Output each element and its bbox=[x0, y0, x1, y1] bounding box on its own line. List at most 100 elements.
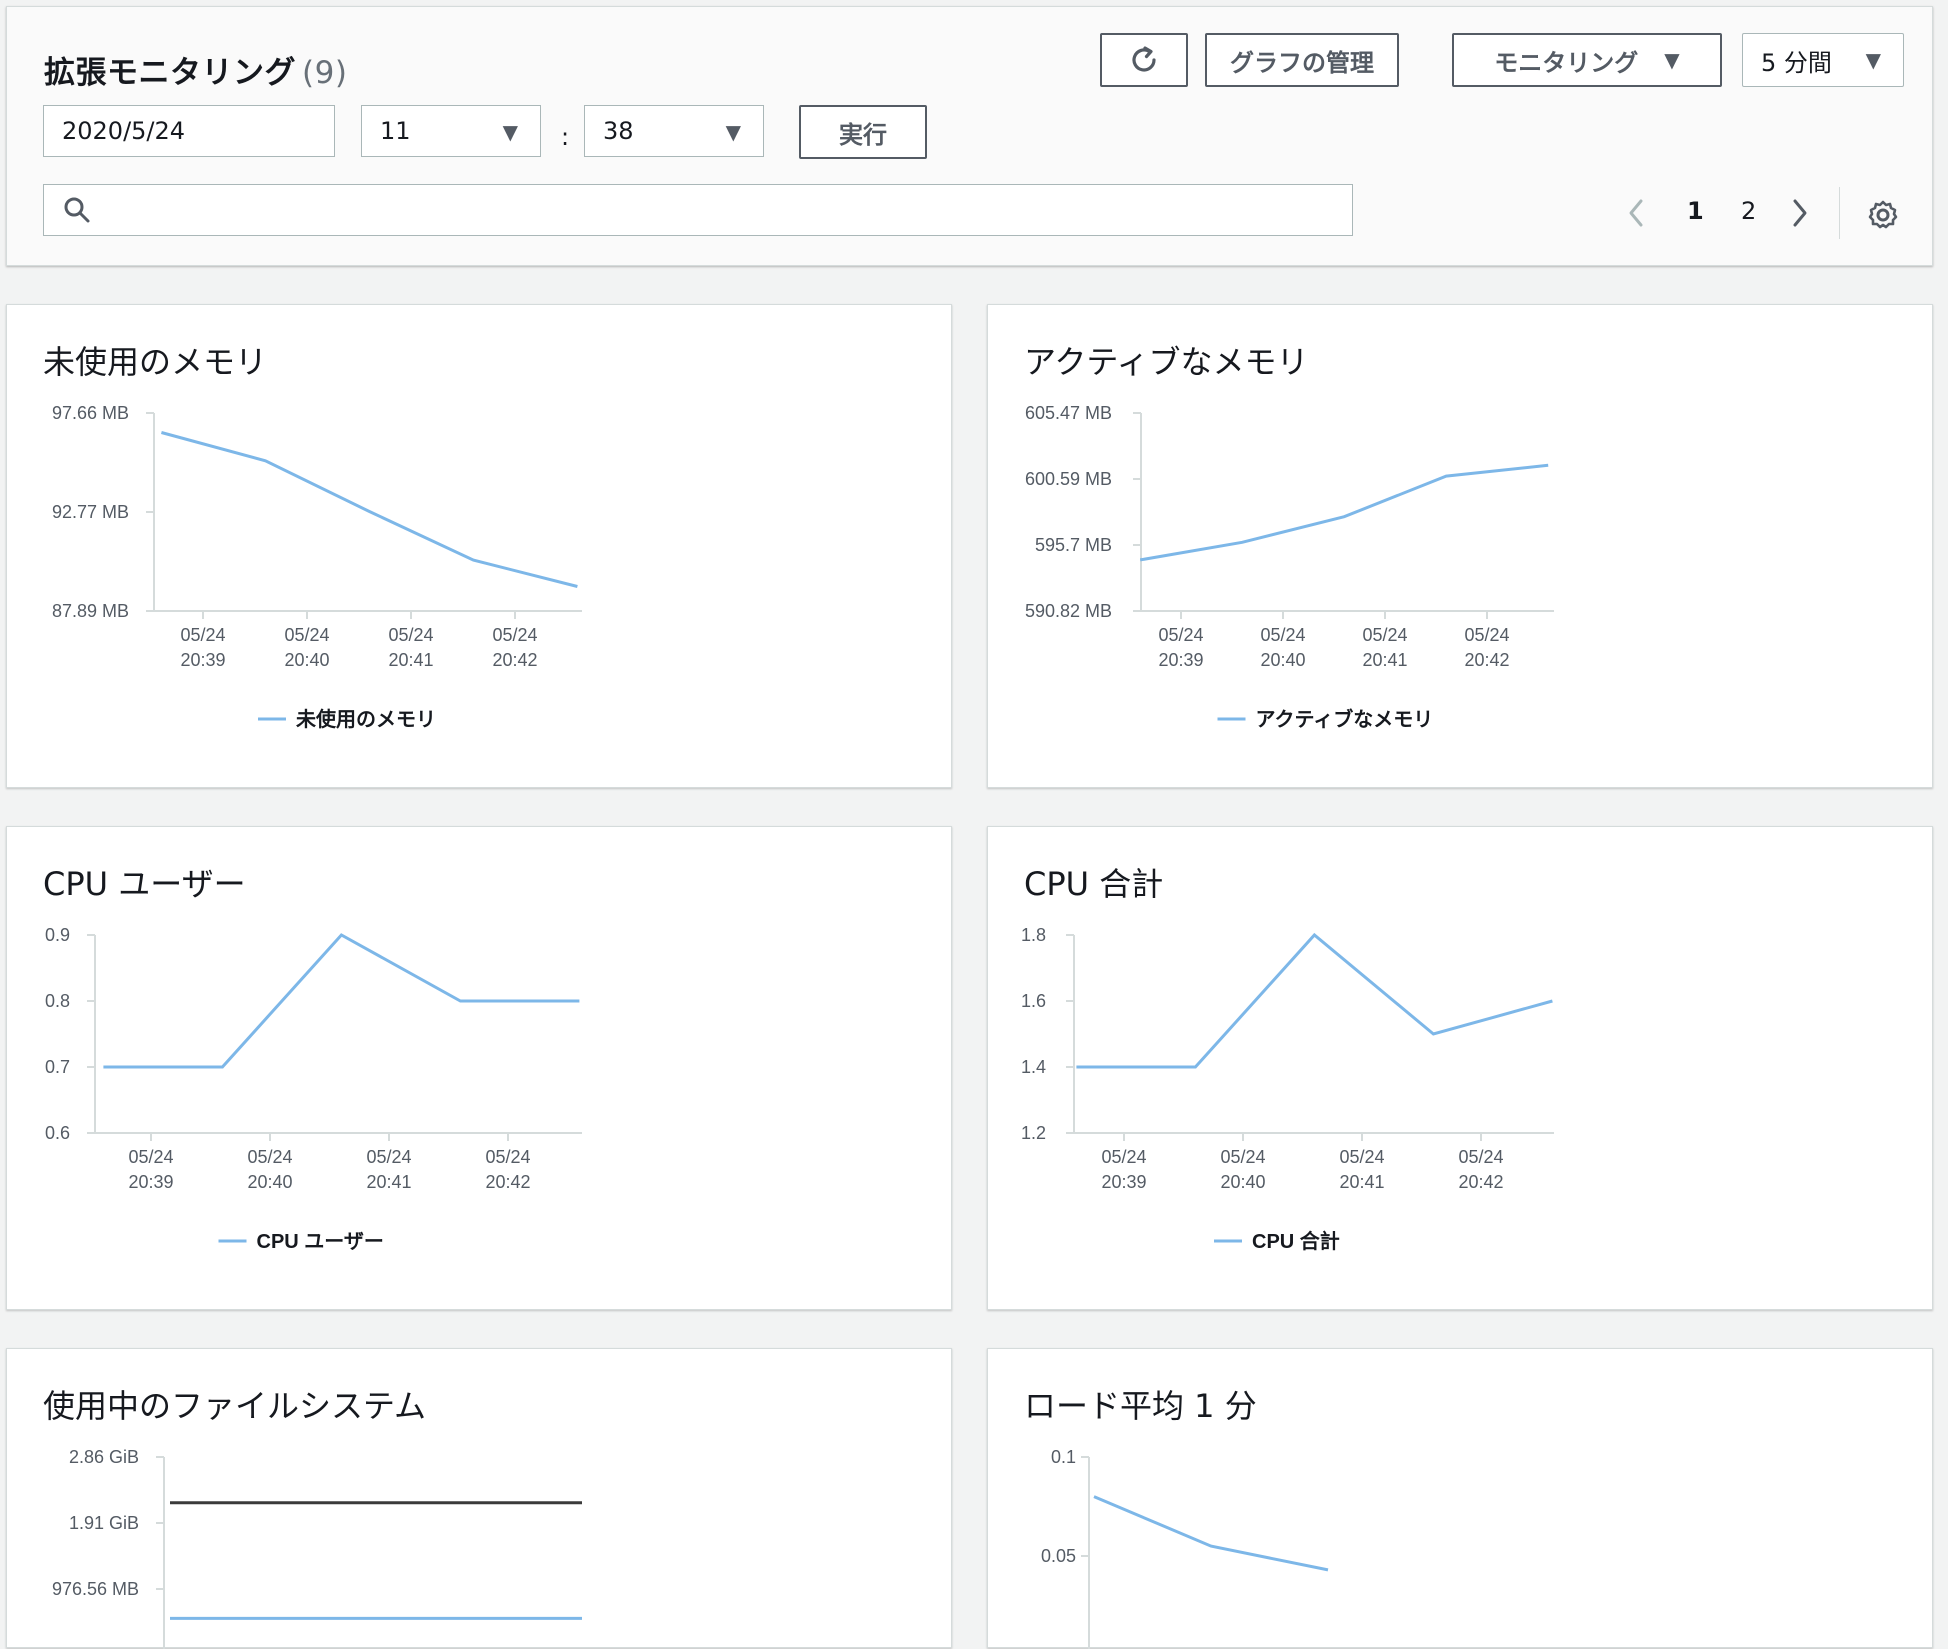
chart-card-cpu-user: CPU ユーザー 0.9 0.8 0.7 0.6 05/24 20:39 05/24 20:4… bbox=[6, 826, 952, 1310]
y-tick-label: 605.47 MB bbox=[1025, 403, 1112, 423]
minute-select[interactable]: 38 ▼ bbox=[584, 105, 764, 157]
page-1-link[interactable]: 1 bbox=[1687, 197, 1704, 225]
x-tick-label: 05/24 bbox=[247, 1147, 292, 1167]
chart-cpu-user: 0.9 0.8 0.7 0.6 05/24 20:39 05/24 20:40 05/24 20:… bbox=[45, 925, 582, 1253]
x-tick-label: 05/24 bbox=[1339, 1147, 1384, 1167]
chart-card-cpu-total: CPU 合計 1.8 1.6 1.4 1.2 05/24 20:39 05/24 20:40 0… bbox=[987, 826, 1933, 1310]
x-tick-label: 20:39 bbox=[1158, 650, 1203, 670]
x-tick-label: 20:42 bbox=[485, 1172, 530, 1192]
x-tick-label: 20:40 bbox=[284, 650, 329, 670]
period-select[interactable]: 5 分間 ▼ bbox=[1742, 33, 1904, 87]
x-tick-label: 05/24 bbox=[366, 1147, 411, 1167]
x-tick-label: 05/24 bbox=[388, 625, 433, 645]
y-tick-label: 0.1 bbox=[1051, 1447, 1076, 1467]
y-tick-label: 595.7 MB bbox=[1035, 535, 1112, 555]
y-tick-label: 1.8 bbox=[1021, 925, 1046, 945]
x-tick-label: 05/24 bbox=[180, 625, 225, 645]
x-tick-label: 05/24 bbox=[1464, 625, 1509, 645]
x-tick-label: 05/24 bbox=[1220, 1147, 1265, 1167]
x-tick-label: 05/24 bbox=[1362, 625, 1407, 645]
x-tick-label: 20:39 bbox=[180, 650, 225, 670]
series-line bbox=[103, 933, 580, 1069]
chart-filesystem: 2.86 GiB 1.91 GiB 976.56 MB bbox=[52, 1447, 582, 1649]
chart-load-average: 0.1 0.05 bbox=[1041, 1447, 1329, 1649]
legend-label: CPU 合計 bbox=[1252, 1229, 1340, 1253]
caret-down-icon: ▼ bbox=[502, 120, 518, 144]
y-tick-label: 976.56 MB bbox=[52, 1579, 139, 1599]
chart-card-filesystem: 使用中のファイルシステム 2.86 GiB 1.91 GiB 976.56 MB bbox=[6, 1348, 952, 1649]
y-tick-label: 1.91 GiB bbox=[69, 1513, 139, 1533]
x-tick-label: 20:40 bbox=[247, 1172, 292, 1192]
minute-value: 38 bbox=[603, 117, 634, 145]
y-tick-label: 2.86 GiB bbox=[69, 1447, 139, 1467]
caret-down-icon: ▼ bbox=[1664, 48, 1680, 72]
x-tick-label: 05/24 bbox=[284, 625, 329, 645]
period-label: 5 分間 bbox=[1761, 48, 1832, 77]
chart-card-load-average: ロード平均 1 分 0.1 0.05 bbox=[987, 1348, 1933, 1649]
caret-down-icon: ▼ bbox=[725, 120, 741, 144]
y-tick-label: 590.82 MB bbox=[1025, 601, 1112, 621]
header-panel: 拡張モニタリング (9) グラフの管理 モニタリング ▼ 5 分間 ▼ 2020/… bbox=[6, 6, 1933, 266]
y-tick-label: 87.89 MB bbox=[52, 601, 129, 621]
x-tick-label: 05/24 bbox=[492, 625, 537, 645]
hour-value: 11 bbox=[380, 117, 411, 145]
y-tick-label: 1.2 bbox=[1021, 1123, 1046, 1143]
chart-card-free-memory: 未使用のメモリ 97.66 MB 92.77 MB 87.89 MB 05/24 20:… bbox=[6, 304, 952, 788]
x-tick-label: 20:41 bbox=[1362, 650, 1407, 670]
series-line bbox=[161, 431, 578, 588]
y-tick-label: 0.6 bbox=[45, 1123, 70, 1143]
legend-label: CPU ユーザー bbox=[257, 1230, 384, 1253]
search-input[interactable] bbox=[43, 184, 1353, 236]
x-tick-label: 20:42 bbox=[492, 650, 537, 670]
chevron-right-icon[interactable] bbox=[1785, 195, 1815, 231]
x-tick-label: 05/24 bbox=[128, 1147, 173, 1167]
y-tick-label: 92.77 MB bbox=[52, 502, 129, 522]
manage-graphs-button[interactable]: グラフの管理 bbox=[1205, 33, 1399, 87]
page-title-text: 拡張モニタリング bbox=[44, 55, 296, 91]
x-tick-label: 20:42 bbox=[1458, 1172, 1503, 1192]
x-tick-label: 05/24 bbox=[1458, 1147, 1503, 1167]
x-tick-label: 05/24 bbox=[485, 1147, 530, 1167]
y-tick-label: 1.6 bbox=[1021, 991, 1046, 1011]
x-tick-label: 20:41 bbox=[1339, 1172, 1384, 1192]
chart-card-active-memory: アクティブなメモリ 605.47 MB 600.59 MB 595.7 MB 590.… bbox=[987, 304, 1933, 788]
series-line bbox=[1093, 1495, 1329, 1572]
run-button[interactable]: 実行 bbox=[799, 105, 927, 159]
chart-free-memory: 97.66 MB 92.77 MB 87.89 MB 05/24 20:39 05/24 2… bbox=[52, 403, 582, 731]
y-tick-label: 0.05 bbox=[1041, 1546, 1076, 1566]
x-tick-label: 05/24 bbox=[1158, 625, 1203, 645]
hour-select[interactable]: 11 ▼ bbox=[361, 105, 541, 157]
y-tick-label: 0.7 bbox=[45, 1057, 70, 1077]
x-tick-label: 20:41 bbox=[388, 650, 433, 670]
chart-cpu-total: 1.8 1.6 1.4 1.2 05/24 20:39 05/24 20:40 05/24 20:… bbox=[1021, 925, 1554, 1253]
y-tick-label: 0.8 bbox=[45, 991, 70, 1011]
date-field[interactable]: 2020/5/24 bbox=[43, 105, 335, 157]
time-separator: : bbox=[561, 123, 570, 151]
y-tick-label: 1.4 bbox=[1021, 1057, 1046, 1077]
x-tick-label: 20:39 bbox=[1101, 1172, 1146, 1192]
page-2-link[interactable]: 2 bbox=[1741, 197, 1756, 225]
x-tick-label: 20:40 bbox=[1260, 650, 1305, 670]
monitoring-label: モニタリング bbox=[1494, 48, 1639, 77]
legend-label: 未使用のメモリ bbox=[296, 707, 436, 731]
monitoring-dropdown[interactable]: モニタリング ▼ bbox=[1452, 33, 1722, 87]
chevron-left-icon[interactable] bbox=[1621, 195, 1651, 231]
y-tick-label: 0.9 bbox=[45, 925, 70, 945]
y-tick-label: 600.59 MB bbox=[1025, 469, 1112, 489]
refresh-icon bbox=[1132, 46, 1156, 72]
chart-active-memory: 605.47 MB 600.59 MB 595.7 MB 590.82 MB 05/24… bbox=[1025, 403, 1554, 731]
series-line bbox=[1076, 932, 1553, 1069]
y-tick-label: 97.66 MB bbox=[52, 403, 129, 423]
x-tick-label: 20:42 bbox=[1464, 650, 1509, 670]
page-title: 拡張モニタリング (9) bbox=[44, 47, 347, 92]
pager-divider bbox=[1839, 187, 1840, 239]
caret-down-icon: ▼ bbox=[1865, 48, 1881, 72]
gear-icon[interactable] bbox=[1867, 199, 1899, 231]
legend-label: アクティブなメモリ bbox=[1256, 707, 1434, 731]
x-tick-label: 20:41 bbox=[366, 1172, 411, 1192]
x-tick-label: 05/24 bbox=[1101, 1147, 1146, 1167]
metric-count: (9) bbox=[302, 55, 348, 91]
refresh-button[interactable] bbox=[1100, 33, 1188, 87]
series-line bbox=[1139, 463, 1549, 562]
x-tick-label: 20:40 bbox=[1220, 1172, 1265, 1192]
